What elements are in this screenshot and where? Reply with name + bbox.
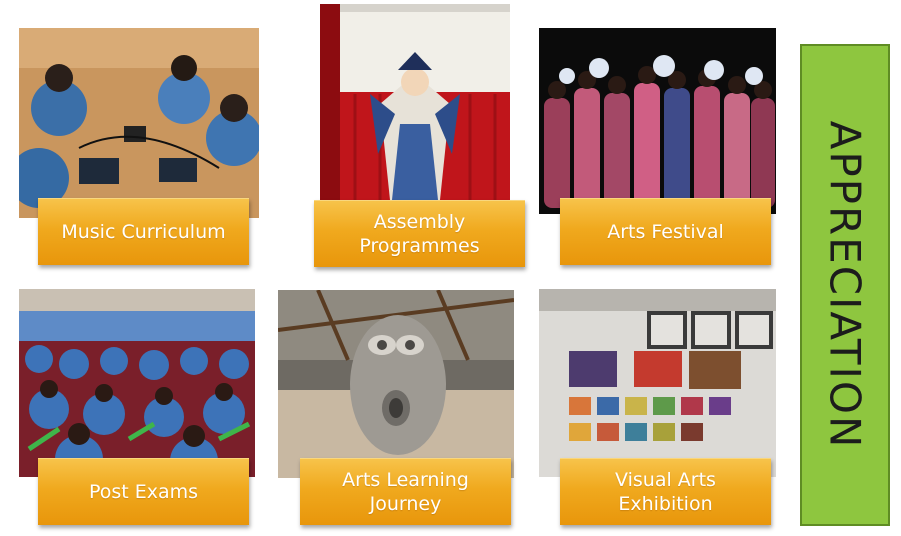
post-exams-label: Post Exams xyxy=(38,458,249,525)
visual-arts-exhibition-label: Visual Arts Exhibition xyxy=(560,458,771,525)
tile-label-text: Visual Arts Exhibition xyxy=(615,469,716,515)
tile-label-text: Music Curriculum xyxy=(61,221,226,243)
opera-performer-on-stage-photo xyxy=(320,4,510,200)
students-in-auditorium-photo xyxy=(19,289,255,477)
arts-learning-journey-label: Arts Learning Journey xyxy=(300,458,511,525)
dancers-with-fans-photo xyxy=(539,28,776,214)
tile-label-text: Post Exams xyxy=(88,481,199,503)
clay-sculpture-photo xyxy=(278,290,514,478)
artwork-wall-display-photo xyxy=(539,289,776,477)
students-with-tablets-photo xyxy=(19,28,259,218)
tile-label-text: Arts Learning Journey xyxy=(342,469,469,515)
music-curriculum-label: Music Curriculum xyxy=(38,198,249,265)
assembly-programmes-label: Assembly Programmes xyxy=(314,200,525,267)
appreciation-title: APPRECIATION xyxy=(820,120,870,450)
arts-festival-label: Arts Festival xyxy=(560,198,771,265)
appreciation-banner: APPRECIATION xyxy=(800,44,890,526)
tile-label-text: Assembly Programmes xyxy=(359,211,480,257)
tile-label-text: Arts Festival xyxy=(607,221,724,243)
